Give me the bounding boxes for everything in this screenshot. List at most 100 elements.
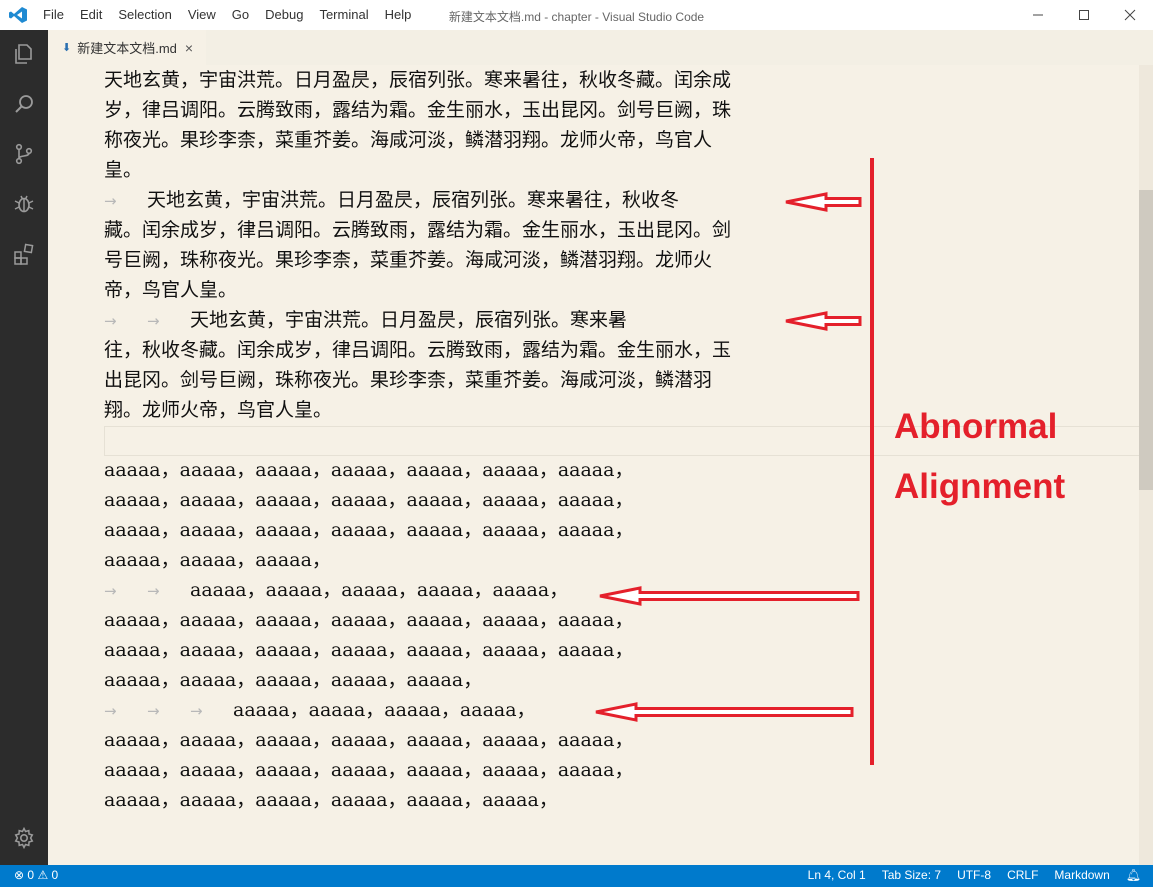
editor-line: → 天地玄黄，宇宙洪荒。日月盈昃，辰宿列张。寒来暑往，秋收冬: [104, 185, 679, 215]
editor-line-text: 岁，律吕调阳。云腾致雨，露结为霜。金生丽水，玉出昆冈。剑号巨阙，珠: [104, 99, 732, 121]
editor-tabs-bar: ⬇ 新建文本文档.md ×: [48, 30, 1153, 65]
tab-markdown-file[interactable]: ⬇ 新建文本文档.md ×: [48, 30, 206, 65]
editor-line: 称夜光。果珍李柰，菜重芥姜。海咸河淡，鳞潜羽翔。龙师火帝，鸟官人: [104, 125, 712, 155]
markdown-file-icon: ⬇: [62, 42, 72, 54]
menu-edit[interactable]: Edit: [80, 7, 102, 22]
settings-gear-icon[interactable]: [12, 826, 36, 850]
tab-whitespace-arrow: →: [104, 312, 117, 330]
editor-line: 帝，鸟官人皇。: [104, 275, 237, 305]
tab-whitespace-arrow: →: [104, 192, 117, 210]
editor-line: → → 天地玄黄，宇宙洪荒。日月盈昃，辰宿列张。寒来暑: [104, 305, 627, 335]
editor-line: 号巨阙，珠称夜光。果珍李柰，菜重芥姜。海咸河淡，鳞潜羽翔。龙师火: [104, 245, 712, 275]
editor-line-text: 出昆冈。剑号巨阙，珠称夜光。果珍李柰，菜重芥姜。海咸河淡，鳞潜羽: [104, 369, 713, 391]
editor-line-text: aaaaa，aaaaa，aaaaa，aaaaa，aaaaa，: [104, 669, 483, 691]
minimize-icon: [1033, 14, 1043, 16]
tab-whitespace-arrow: →: [147, 582, 160, 600]
editor-line: → → → aaaaa，aaaaa，aaaaa，aaaaa，: [104, 695, 536, 725]
activity-bar: [0, 30, 48, 865]
editor-line: aaaaa，aaaaa，aaaaa，aaaaa，aaaaa，aaaaa，aaaa…: [104, 605, 633, 635]
editor-line-text: 往，秋收冬藏。闰余成岁，律吕调阳。云腾致雨，露结为霜。金生丽水，玉: [104, 339, 732, 361]
editor-line-text: aaaaa，aaaaa，aaaaa，aaaaa，aaaaa，aaaaa，aaaa…: [104, 609, 634, 631]
menu-help[interactable]: Help: [385, 7, 412, 22]
tab-close-icon[interactable]: ×: [185, 40, 193, 56]
cursor-position[interactable]: Ln 4, Col 1: [808, 868, 866, 882]
editor-line-text: 天地玄黄，宇宙洪荒。日月盈昃，辰宿列张。寒来暑往，秋收冬: [147, 189, 680, 211]
tab-whitespace-arrow: →: [147, 702, 160, 720]
minimize-button[interactable]: [1015, 0, 1061, 30]
editor-line: aaaaa，aaaaa，aaaaa，: [104, 545, 331, 575]
status-bar: ⊗ 0 ⚠ 0 Ln 4, Col 1 Tab Size: 7 UTF-8 CR…: [0, 865, 1153, 887]
language-mode[interactable]: Markdown: [1054, 868, 1109, 882]
editor-line-text: aaaaa，aaaaa，aaaaa，aaaaa，aaaaa，aaaaa，aaaa…: [104, 729, 634, 751]
editor-line: 天地玄黄，宇宙洪荒。日月盈昃，辰宿列张。寒来暑往，秋收冬藏。闰余成: [104, 65, 731, 95]
line-ending[interactable]: CRLF: [1007, 868, 1038, 882]
editor-line: 岁，律吕调阳。云腾致雨，露结为霜。金生丽水，玉出昆冈。剑号巨阙，珠: [104, 95, 731, 125]
editor-line-text: aaaaa，aaaaa，aaaaa，aaaaa，aaaaa，aaaaa，aaaa…: [104, 639, 634, 661]
menu-go[interactable]: Go: [232, 7, 249, 22]
annotation-label-alignment: Alignment: [894, 467, 1066, 506]
tab-size[interactable]: Tab Size: 7: [882, 868, 941, 882]
tab-label: 新建文本文档.md: [77, 41, 177, 56]
editor-line-text: 号巨阙，珠称夜光。果珍李柰，菜重芥姜。海咸河淡，鳞潜羽翔。龙师火: [104, 249, 713, 271]
editor-line: 藏。闰余成岁，律吕调阳。云腾致雨，露结为霜。金生丽水，玉出昆冈。剑: [104, 215, 731, 245]
close-window-button[interactable]: [1107, 0, 1153, 30]
editor-line-text: aaaaa，aaaaa，aaaaa，aaaaa，aaaaa，aaaaa，aaaa…: [104, 759, 634, 781]
maximize-icon: [1079, 10, 1089, 20]
editor-line: 出昆冈。剑号巨阙，珠称夜光。果珍李柰，菜重芥姜。海咸河淡，鳞潜羽: [104, 365, 712, 395]
editor-line: 翔。龙师火帝，鸟官人皇。: [104, 395, 332, 425]
annotation-label-abnormal: Abnormal: [894, 407, 1058, 446]
editor-line: aaaaa，aaaaa，aaaaa，aaaaa，aaaaa，aaaaa，aaaa…: [104, 725, 633, 755]
menu-view[interactable]: View: [188, 7, 216, 22]
tab-whitespace-arrow: →: [104, 702, 117, 720]
source-control-icon[interactable]: [12, 142, 36, 166]
tab-whitespace-arrow: →: [190, 702, 203, 720]
editor-line-text: aaaaa，aaaaa，aaaaa，: [104, 549, 331, 571]
editor-line-text: 天地玄黄，宇宙洪荒。日月盈昃，辰宿列张。寒来暑往，秋收冬藏。闰余成: [104, 69, 732, 91]
editor-line-text: 天地玄黄，宇宙洪荒。日月盈昃，辰宿列张。寒来暑: [190, 309, 628, 331]
error-count: 0: [27, 868, 35, 882]
editor-line-text: aaaaa，aaaaa，aaaaa，aaaaa，aaaaa，aaaaa，aaaa…: [104, 459, 634, 481]
explorer-icon[interactable]: [12, 42, 36, 66]
menu-terminal[interactable]: Terminal: [319, 7, 368, 22]
editor-line-text: aaaaa，aaaaa，aaaaa，aaaaa，aaaaa，aaaaa，: [104, 789, 558, 811]
problems-indicator[interactable]: ⊗ 0 ⚠ 0: [14, 868, 58, 882]
editor-line: aaaaa，aaaaa，aaaaa，aaaaa，aaaaa，aaaaa，aaaa…: [104, 515, 633, 545]
editor-line: aaaaa，aaaaa，aaaaa，aaaaa，aaaaa，aaaaa，aaaa…: [104, 635, 633, 665]
close-icon: [1124, 9, 1136, 21]
warning-count: 0: [51, 868, 59, 882]
editor-line: aaaaa，aaaaa，aaaaa，aaaaa，aaaaa，aaaaa，aaaa…: [104, 485, 633, 515]
vertical-scrollbar[interactable]: [1139, 65, 1153, 865]
warning-icon: ⚠: [37, 868, 49, 882]
editor-line: 往，秋收冬藏。闰余成岁，律吕调阳。云腾致雨，露结为霜。金生丽水，玉: [104, 335, 731, 365]
editor-line-text: 帝，鸟官人皇。: [104, 279, 238, 301]
menu-bar: File Edit Selection View Go Debug Termin…: [43, 7, 427, 22]
editor-line-text: aaaaa，aaaaa，aaaaa，aaaaa，: [233, 699, 536, 721]
editor-line-text: aaaaa，aaaaa，aaaaa，aaaaa，aaaaa，: [190, 579, 569, 601]
editor-line: aaaaa，aaaaa，aaaaa，aaaaa，aaaaa，aaaaa，aaaa…: [104, 455, 633, 485]
editor-line-text: aaaaa，aaaaa，aaaaa，aaaaa，aaaaa，aaaaa，aaaa…: [104, 519, 634, 541]
notifications-bell-icon[interactable]: 🔔︎: [1126, 868, 1141, 882]
extensions-icon[interactable]: [12, 242, 36, 266]
editor-line: 皇。: [104, 155, 142, 185]
menu-debug[interactable]: Debug: [265, 7, 303, 22]
vscode-logo-icon: [9, 7, 27, 23]
editor-line-text: 皇。: [104, 159, 143, 181]
window-controls: [1015, 0, 1153, 30]
menu-selection[interactable]: Selection: [118, 7, 171, 22]
editor-line: aaaaa，aaaaa，aaaaa，aaaaa，aaaaa，: [104, 665, 482, 695]
editor-line-text: 称夜光。果珍李柰，菜重芥姜。海咸河淡，鳞潜羽翔。龙师火帝，鸟官人: [104, 129, 713, 151]
search-icon[interactable]: [12, 92, 36, 116]
menu-file[interactable]: File: [43, 7, 64, 22]
error-icon: ⊗: [14, 868, 25, 882]
editor-line-text: aaaaa，aaaaa，aaaaa，aaaaa，aaaaa，aaaaa，aaaa…: [104, 489, 634, 511]
tab-whitespace-arrow: →: [104, 582, 117, 600]
encoding[interactable]: UTF-8: [957, 868, 991, 882]
editor-line-text: 翔。龙师火帝，鸟官人皇。: [104, 399, 333, 421]
debug-icon[interactable]: [12, 192, 36, 216]
editor-line-text: 藏。闰余成岁，律吕调阳。云腾致雨，露结为霜。金生丽水，玉出昆冈。剑: [104, 219, 732, 241]
editor-line: aaaaa，aaaaa，aaaaa，aaaaa，aaaaa，aaaaa，aaaa…: [104, 755, 633, 785]
scrollbar-thumb[interactable]: [1139, 190, 1153, 490]
editor-line: aaaaa，aaaaa，aaaaa，aaaaa，aaaaa，aaaaa，: [104, 785, 558, 815]
maximize-button[interactable]: [1061, 0, 1107, 30]
editor-line: → → aaaaa，aaaaa，aaaaa，aaaaa，aaaaa，: [104, 575, 568, 605]
